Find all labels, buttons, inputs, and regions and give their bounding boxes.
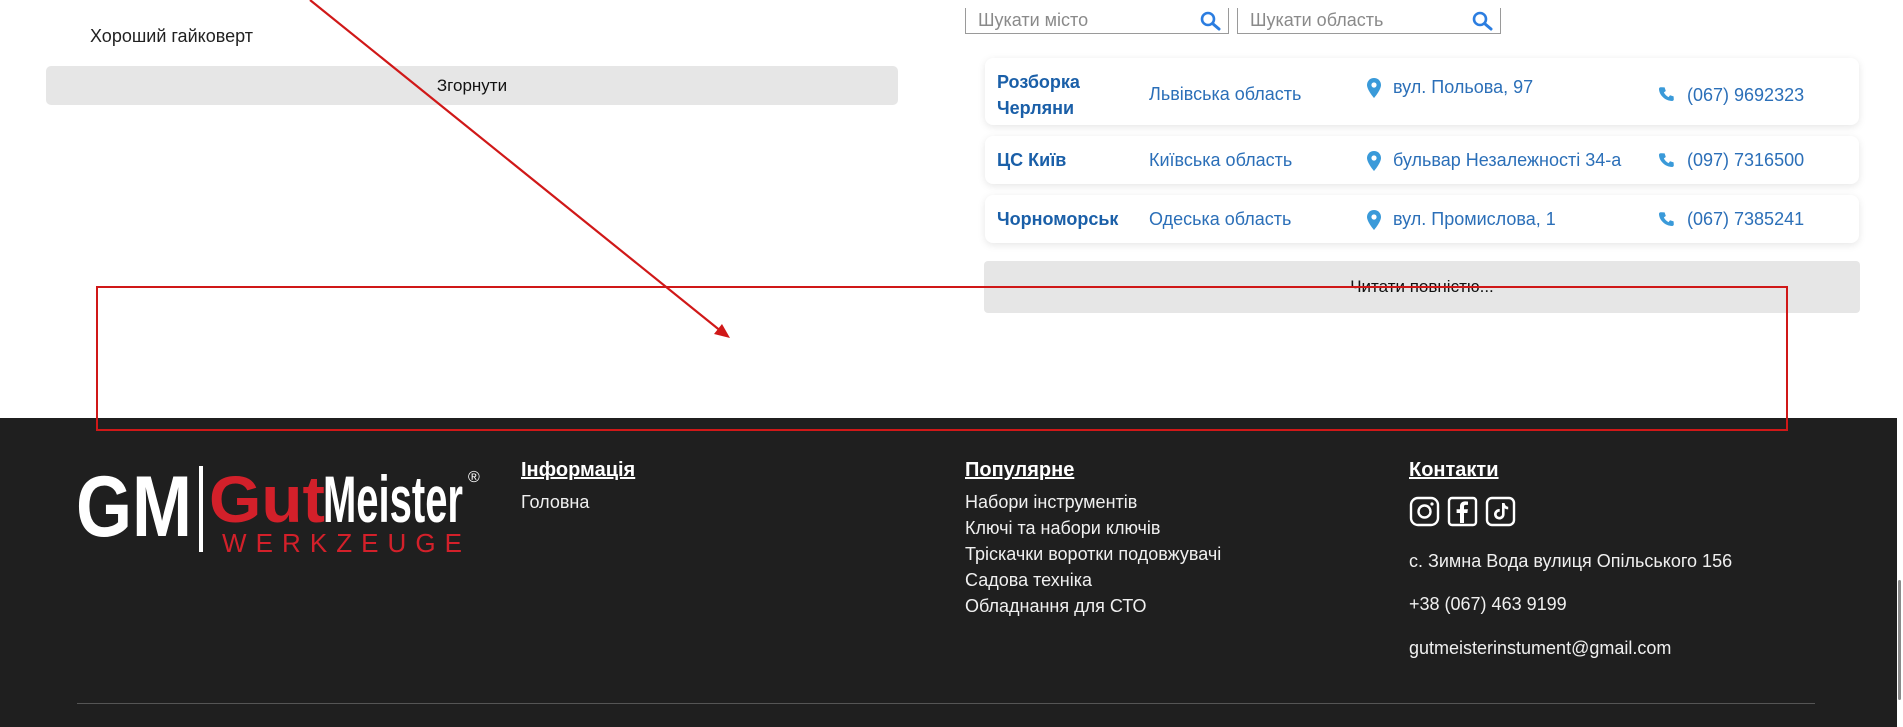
store-address[interactable]: вул. Промислова, 1 (1393, 209, 1556, 230)
store-phone[interactable]: (067) 7385241 (1687, 209, 1804, 230)
gutmeister-logo[interactable]: GM Gut Meister ® WERKZEUGE (76, 458, 488, 558)
product-item-text: Хороший гайковерт (90, 26, 253, 46)
footer-divider (77, 703, 1815, 704)
svg-text:Gut: Gut (209, 462, 325, 536)
scrollbar-thumb[interactable] (1898, 580, 1901, 700)
footer-link-sto[interactable]: Обладнання для СТО (965, 596, 1146, 617)
popular-heading: Популярне (965, 459, 1075, 481)
store-region[interactable]: Одеська область (1149, 209, 1291, 230)
store-card: ЦС Київ Київська область бульвар Незалеж… (985, 136, 1859, 184)
contacts-heading: Контакти (1409, 459, 1499, 481)
instagram-icon[interactable] (1409, 496, 1440, 527)
search-icon[interactable] (1466, 9, 1500, 33)
map-pin-icon (1367, 78, 1381, 98)
region-search-input[interactable] (1238, 8, 1466, 33)
phone-icon (1659, 212, 1674, 226)
phone-icon (1659, 87, 1674, 101)
contact-email[interactable]: gutmeisterinstument@gmail.com (1409, 638, 1671, 659)
store-phone[interactable]: (097) 7316500 (1687, 150, 1804, 171)
store-card: Розборка Черляни Львівська область вул. П… (985, 58, 1859, 125)
store-card: Чорноморськ Одеська область вул. Промисл… (985, 195, 1859, 243)
phone-icon (1659, 153, 1674, 167)
store-name[interactable]: Чорноморськ (997, 206, 1118, 232)
facebook-icon[interactable] (1447, 496, 1478, 527)
contact-address: с. Зимна Вода вулиця Опільського 156 (1409, 551, 1733, 571)
info-heading: Інформація (521, 459, 636, 481)
svg-text:WERKZEUGE: WERKZEUGE (222, 528, 462, 558)
footer-link-garden[interactable]: Садова техніка (965, 570, 1092, 591)
map-pin-icon (1367, 151, 1381, 171)
map-pin-icon (1367, 210, 1381, 230)
store-address[interactable]: вул. Польова, 97 (1393, 77, 1533, 98)
read-more-button[interactable]: Читати повністю... (984, 261, 1860, 313)
svg-text:Meister: Meister (323, 462, 463, 536)
store-name[interactable]: Розборка Черляни (997, 69, 1080, 121)
footer-link-home[interactable]: Головна (521, 492, 589, 513)
store-region[interactable]: Львівська область (1149, 84, 1301, 105)
contact-phone[interactable]: +38 (067) 463 9199 (1409, 594, 1567, 615)
search-icon[interactable] (1194, 9, 1228, 33)
store-region[interactable]: Київська область (1149, 150, 1292, 171)
svg-text:GM: GM (76, 459, 192, 555)
tiktok-icon[interactable] (1485, 496, 1516, 527)
region-search (1237, 8, 1501, 34)
city-search-input[interactable] (966, 8, 1194, 33)
store-phone[interactable]: (067) 9692323 (1687, 85, 1804, 106)
store-name[interactable]: ЦС Київ (997, 147, 1066, 173)
footer-link-wrenches[interactable]: Ключі та набори ключів (965, 518, 1161, 539)
footer-link-tool-sets[interactable]: Набори інструментів (965, 492, 1137, 513)
collapse-button[interactable]: Згорнути (46, 66, 898, 105)
store-address[interactable]: бульвар Незалежності 34-а (1393, 150, 1621, 171)
city-search (965, 8, 1229, 34)
svg-text:®: ® (468, 469, 480, 486)
footer-link-ratchets[interactable]: Тріскачки воротки подовжувачі (965, 544, 1221, 565)
